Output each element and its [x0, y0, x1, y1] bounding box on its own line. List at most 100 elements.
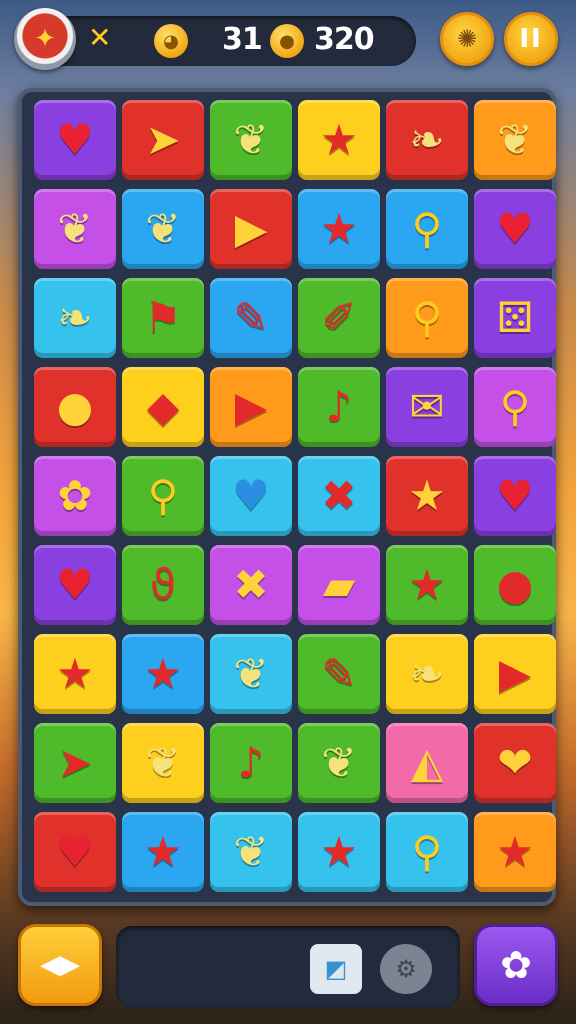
tile-red[interactable]: ♥ [34, 812, 116, 892]
tile-blue[interactable]: ❦ [122, 189, 204, 269]
horn-icon: ♪ [237, 738, 265, 787]
tile-magenta[interactable]: ✿ [34, 456, 116, 536]
tile-green[interactable]: ❦ [298, 723, 380, 803]
pause-button[interactable]: II [504, 12, 558, 66]
triangle-icon: ▶ [234, 204, 268, 253]
flower-icon: ✿ [500, 943, 532, 987]
tile-yellow[interactable]: ★ [34, 634, 116, 714]
picture-icon[interactable]: ◩ [310, 944, 362, 994]
heart-icon: ♥ [496, 471, 534, 520]
tile-red[interactable]: ❤ [474, 723, 556, 803]
tile-red[interactable]: ➤ [122, 100, 204, 180]
cheese-icon: ◭ [410, 738, 444, 787]
cross-icon: ✖ [233, 560, 269, 609]
tile-magenta[interactable]: ⚲ [474, 367, 556, 447]
tile-red[interactable]: ★ [386, 456, 468, 536]
avatar-button[interactable]: ✦ [14, 8, 76, 70]
star-icon: ★ [320, 115, 358, 164]
tile-green[interactable]: ϑ [122, 545, 204, 625]
menu-button[interactable]: ✺ [440, 12, 494, 66]
match-icon: ♪ [325, 382, 353, 431]
arrow-icon: ➤ [57, 738, 93, 787]
tile-green[interactable]: ➤ [34, 723, 116, 803]
tile-yellow[interactable]: ▶ [474, 634, 556, 714]
leaf-icon: ❦ [145, 204, 181, 253]
tile-purple[interactable]: ✉ [386, 367, 468, 447]
moves-icon: ◕ [154, 24, 188, 58]
tile-cyan[interactable]: ✖ [298, 456, 380, 536]
star-icon: ★ [144, 827, 182, 876]
tile-cyan[interactable]: ❦ [210, 812, 292, 892]
tile-magenta[interactable]: ✖ [210, 545, 292, 625]
tile-green[interactable]: ✐ [298, 278, 380, 358]
tile-green[interactable]: ● [474, 545, 556, 625]
tile-green[interactable]: ♪ [210, 723, 292, 803]
tile-purple[interactable]: ♥ [34, 545, 116, 625]
tile-yellow[interactable]: ❦ [122, 723, 204, 803]
fruit-icon: ● [56, 382, 94, 431]
star-icon: ★ [320, 827, 358, 876]
score-counter: 320 [314, 22, 375, 57]
stats-bar: ✕ ◕ 31 ● 320 [22, 16, 416, 66]
tile-green[interactable]: ❦ [210, 100, 292, 180]
key-icon: ⚲ [411, 827, 443, 876]
tile-cyan[interactable]: ❧ [34, 278, 116, 358]
tile-blue[interactable]: ★ [298, 189, 380, 269]
fruit-icon: ❤ [497, 738, 533, 787]
brush-icon: ✐ [321, 293, 357, 342]
tile-green[interactable]: ⚲ [122, 456, 204, 536]
tile-cyan[interactable]: ★ [298, 812, 380, 892]
tile-orange[interactable]: ★ [474, 812, 556, 892]
heart-icon: ♥ [496, 204, 534, 253]
ribbon-icon: ϑ [149, 560, 176, 609]
tile-orange[interactable]: ⚲ [386, 278, 468, 358]
tile-red[interactable]: ● [34, 367, 116, 447]
feather-icon: ❧ [409, 115, 445, 164]
moves-counter: 31 [222, 22, 263, 57]
powerup-button[interactable]: ✿ [474, 924, 558, 1006]
tile-yellow[interactable]: ★ [298, 100, 380, 180]
tile-purple[interactable]: ♥ [474, 189, 556, 269]
tile-red[interactable]: ▶ [210, 189, 292, 269]
gear-icon[interactable]: ⚙ [380, 944, 432, 994]
heart-icon: ♥ [56, 560, 94, 609]
tile-green[interactable]: ✎ [298, 634, 380, 714]
tile-purple[interactable]: ⚄ [474, 278, 556, 358]
star-icon: ★ [320, 204, 358, 253]
tile-red[interactable]: ❧ [386, 100, 468, 180]
leaf-icon: ❦ [57, 204, 93, 253]
tile-cyan[interactable]: ♥ [210, 456, 292, 536]
gear-symbol: ⚙ [395, 955, 417, 983]
coin-symbol: ● [279, 30, 295, 52]
heart-icon: ♥ [56, 115, 94, 164]
tile-green[interactable]: ★ [386, 545, 468, 625]
star-icon: ★ [408, 560, 446, 609]
picture-symbol: ◩ [324, 955, 348, 983]
pause-icon: II [519, 24, 543, 54]
arrow-icon: ➤ [145, 115, 181, 164]
leaf-icon: ❦ [233, 827, 269, 876]
cross-icon: ✖ [321, 471, 357, 520]
tile-green[interactable]: ♪ [298, 367, 380, 447]
tile-green[interactable]: ⚑ [122, 278, 204, 358]
star-icon: ★ [56, 649, 94, 698]
tile-yellow[interactable]: ◆ [122, 367, 204, 447]
tile-purple[interactable]: ♥ [474, 456, 556, 536]
tile-blue[interactable]: ★ [122, 812, 204, 892]
tile-magenta[interactable]: ▰ [298, 545, 380, 625]
tile-blue[interactable]: ✎ [210, 278, 292, 358]
leaf-icon: ❦ [497, 115, 533, 164]
feather-icon: ❧ [57, 293, 93, 342]
tile-orange[interactable]: ▶ [210, 367, 292, 447]
tile-pink[interactable]: ◭ [386, 723, 468, 803]
tile-blue[interactable]: ⚲ [386, 189, 468, 269]
tile-yellow[interactable]: ❧ [386, 634, 468, 714]
tile-magenta[interactable]: ❦ [34, 189, 116, 269]
tile-orange[interactable]: ❦ [474, 100, 556, 180]
tile-blue[interactable]: ★ [122, 634, 204, 714]
cookie-icon: ✺ [456, 25, 478, 53]
tile-purple[interactable]: ♥ [34, 100, 116, 180]
tile-cyan[interactable]: ❦ [210, 634, 292, 714]
tile-cyan[interactable]: ⚲ [386, 812, 468, 892]
swap-button[interactable]: ◀▶ [18, 924, 102, 1006]
